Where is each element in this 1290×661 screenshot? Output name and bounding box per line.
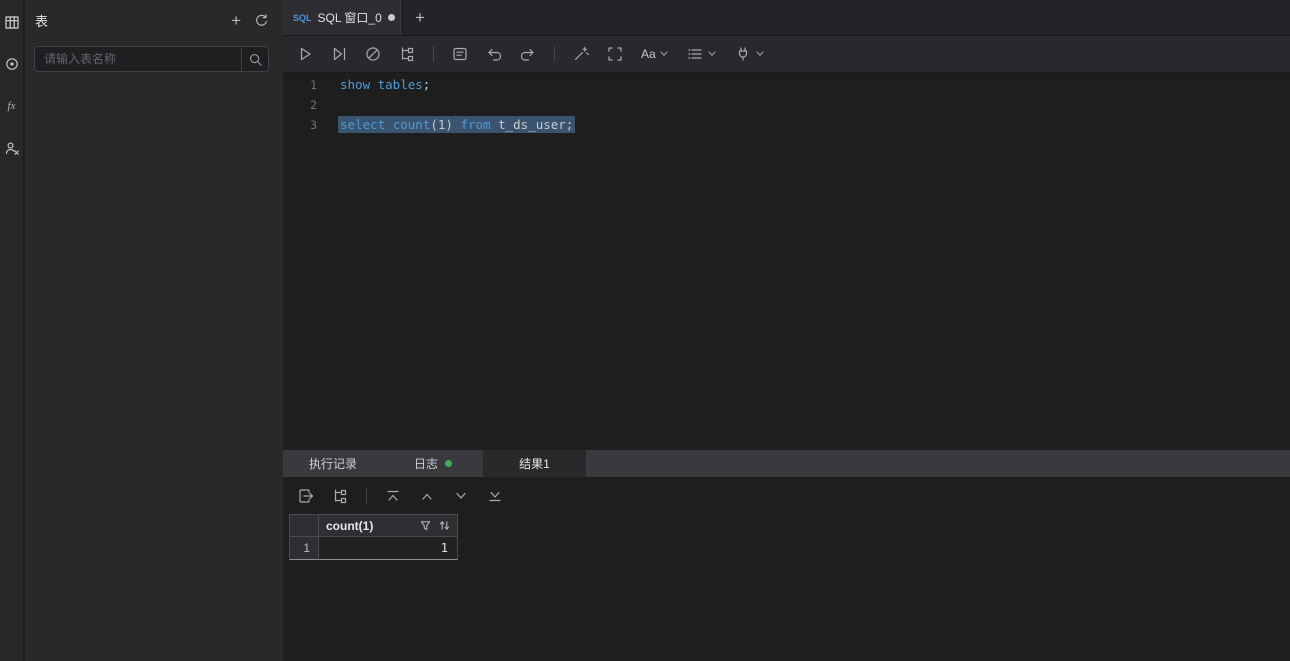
run-selection-button[interactable] [326,41,352,67]
undo-button[interactable] [481,41,507,67]
execution-plan-button[interactable] [394,41,420,67]
line-number: 2 [310,98,317,112]
grid-column-header[interactable]: count(1) [319,514,458,537]
code-line-3[interactable]: 3 select count(1) from t_ds_user; [283,115,1290,135]
tree-view-icon[interactable] [327,483,353,509]
jump-last-row-button[interactable] [482,483,508,509]
sql-punctuation: ; [422,77,431,92]
result-grid: count(1) 1 1 [289,514,458,560]
sql-editor[interactable]: 1 show tables; 2 3 select count(1) from … [283,73,1290,450]
sql-punctuation: (1) [430,117,461,132]
add-table-button[interactable]: + [231,12,241,29]
tab-sql-window-0[interactable]: SQL SQL 窗口_0 [283,0,401,35]
row-number-cell[interactable]: 1 [289,537,319,560]
grid-corner-cell[interactable] [289,514,319,537]
results-tabstrip: 执行记录 日志 结果1 [283,450,1290,477]
sidebar-actions: + [231,12,269,29]
column-label: count(1) [326,518,374,533]
sql-keyword: show tables [340,77,423,92]
views-icon[interactable] [4,56,20,72]
sql-keyword: from [460,117,491,132]
beautify-wand-icon[interactable] [568,41,594,67]
stop-button[interactable] [360,41,386,67]
tab-label: 结果1 [519,457,550,471]
redo-button[interactable] [515,41,541,67]
left-icon-rail: fx [0,0,24,661]
line-number: 1 [310,78,317,92]
new-tab-button[interactable]: + [401,0,439,35]
editor-tabstrip: SQL SQL 窗口_0 + [283,0,1290,36]
sql-badge-icon: SQL [293,12,312,23]
next-row-button[interactable] [448,483,474,509]
refresh-icon[interactable] [254,13,269,28]
log-activity-dot-icon [445,460,452,467]
export-result-icon[interactable] [293,483,319,509]
toolbar-divider [366,487,367,504]
display-options-dropdown[interactable] [681,41,721,67]
code-line-1[interactable]: 1 show tables; [283,75,1290,95]
value-cell[interactable]: 1 [319,537,458,560]
table-search-box [34,46,269,72]
results-panel: 执行记录 日志 结果1 count(1) 1 1 [283,450,1290,661]
sql-identifier: t_ds_user; [490,117,574,132]
tables-icon[interactable] [4,14,20,30]
toolbar-divider [554,46,555,62]
search-icon[interactable] [241,47,268,71]
jump-first-row-button[interactable] [380,483,406,509]
code-line-2[interactable]: 2 [283,95,1290,115]
connection-settings-dropdown[interactable] [729,41,769,67]
procedures-icon[interactable] [4,140,20,156]
tab-log[interactable]: 日志 [383,450,483,477]
tab-execution-history[interactable]: 执行记录 [283,450,383,477]
tab-title: SQL 窗口_0 [317,11,382,25]
sql-function: count [392,117,431,132]
code-text: select count(1) from t_ds_user; [338,115,576,135]
sql-keyword: select [340,117,393,132]
sort-icon[interactable] [438,519,451,532]
sql-toolbar: Aa [283,36,1290,73]
unsaved-dot-icon [387,14,395,21]
tab-label: 执行记录 [308,457,357,471]
functions-icon-glyph: fx [7,100,16,112]
selected-text: select count(1) from t_ds_user; [338,116,576,133]
tab-label: 日志 [413,457,438,471]
run-button[interactable] [292,41,318,67]
functions-icon[interactable]: fx [4,98,20,114]
sidebar-title: 表 [35,13,49,29]
tab-result-1[interactable]: 结果1 [483,450,586,477]
line-number: 3 [310,118,317,132]
sidebar: 表 + [25,0,283,661]
code-text: show tables; [340,75,430,95]
grid-data-row: 1 1 [289,537,458,560]
toolbar-divider [433,46,434,62]
sidebar-header: 表 + [25,0,283,40]
fullscreen-icon[interactable] [602,41,628,67]
font-size-label: Aa [641,47,656,61]
prev-row-button[interactable] [414,483,440,509]
filter-icon[interactable] [419,519,432,532]
format-sql-button[interactable] [447,41,473,67]
grid-header-row: count(1) [289,514,458,537]
results-toolbar [283,477,1290,514]
font-size-dropdown[interactable]: Aa [636,41,673,67]
main-area: SQL SQL 窗口_0 + Aa 1 show tables; 2 3 sel… [283,0,1290,661]
table-search-input[interactable] [35,47,241,71]
